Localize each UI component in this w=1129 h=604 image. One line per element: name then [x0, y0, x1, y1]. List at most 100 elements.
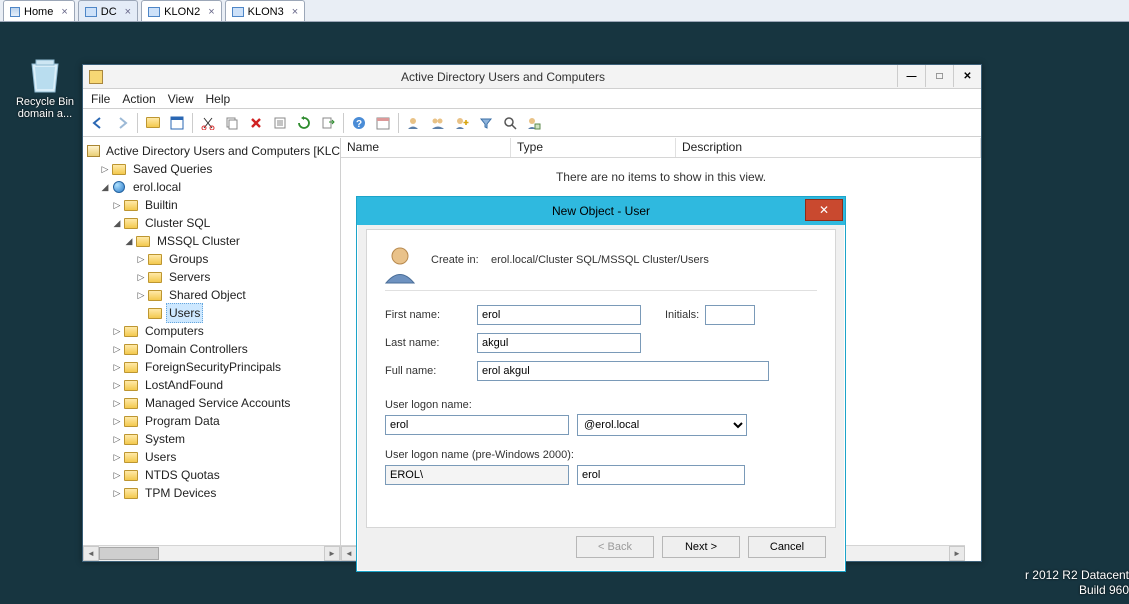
tab-label: Home — [24, 6, 53, 18]
titlebar[interactable]: Active Directory Users and Computers — □… — [83, 65, 981, 89]
tree-system[interactable]: ▷System — [87, 430, 340, 448]
tree-lostandfound[interactable]: ▷LostAndFound — [87, 376, 340, 394]
tree-tpm-devices[interactable]: ▷TPM Devices — [87, 484, 340, 502]
maximize-button[interactable]: □ — [925, 65, 953, 87]
logon-name-input[interactable] — [385, 415, 569, 435]
menu-file[interactable]: File — [91, 92, 110, 106]
tab-klon3[interactable]: KLON3× — [225, 0, 306, 21]
tab-label: DC — [101, 6, 117, 18]
last-name-input[interactable] — [477, 333, 641, 353]
tree-hscroll[interactable]: ◄ ► — [83, 545, 340, 561]
menu-action[interactable]: Action — [122, 92, 155, 106]
col-type[interactable]: Type — [511, 138, 676, 157]
add-to-group-icon[interactable] — [451, 112, 473, 134]
label-logon: User logon name: — [385, 399, 472, 411]
toolbar: ? — [83, 109, 981, 137]
tree-msa[interactable]: ▷Managed Service Accounts — [87, 394, 340, 412]
menu-view[interactable]: View — [168, 92, 194, 106]
find-icon[interactable] — [499, 112, 521, 134]
label-logon2k: User logon name (pre-Windows 2000): — [385, 449, 574, 461]
recycle-bin-icon[interactable]: Recycle Bin domain a... — [10, 54, 80, 120]
tree-program-data[interactable]: ▷Program Data — [87, 412, 340, 430]
new-user-dialog: New Object - User ✕ Create in: erol.loca… — [356, 196, 846, 572]
copy-icon[interactable] — [221, 112, 243, 134]
tab-home[interactable]: Home × — [3, 0, 75, 21]
sam-input[interactable] — [577, 465, 745, 485]
dialog-close-button[interactable]: ✕ — [805, 199, 843, 221]
icon-label: domain a... — [10, 108, 80, 120]
netbios-input — [385, 465, 569, 485]
help-icon[interactable]: ? — [348, 112, 370, 134]
close-icon[interactable]: × — [292, 6, 298, 18]
tree-fsp[interactable]: ▷ForeignSecurityPrincipals — [87, 358, 340, 376]
tree-computers[interactable]: ▷Computers — [87, 322, 340, 340]
close-icon[interactable]: × — [61, 6, 67, 18]
dialog-title: New Object - User — [357, 204, 845, 218]
close-button[interactable]: ✕ — [953, 65, 981, 87]
full-name-input[interactable] — [477, 361, 769, 381]
minimize-button[interactable]: — — [897, 65, 925, 87]
empty-message: There are no items to show in this view. — [341, 170, 981, 184]
tree-cluster-sql[interactable]: ◢Cluster SQL — [87, 214, 340, 232]
tab-label: KLON2 — [164, 6, 200, 18]
scroll-left-icon[interactable]: ◄ — [83, 546, 99, 561]
back-button[interactable]: < Back — [576, 536, 654, 558]
forward-icon[interactable] — [111, 112, 133, 134]
close-icon[interactable]: × — [208, 6, 214, 18]
tree-pane[interactable]: Active Directory Users and Computers [KL… — [83, 138, 341, 561]
tree-groups[interactable]: ▷Groups — [87, 250, 340, 268]
next-button[interactable]: Next > — [662, 536, 740, 558]
app-icon — [89, 70, 103, 84]
scroll-left-icon[interactable]: ◄ — [341, 546, 357, 561]
tree-ntds-quotas[interactable]: ▷NTDS Quotas — [87, 466, 340, 484]
menu-help[interactable]: Help — [206, 92, 231, 106]
tree-saved-queries[interactable]: ▷Saved Queries — [87, 160, 340, 178]
tree-mssql-cluster[interactable]: ◢MSSQL Cluster — [87, 232, 340, 250]
export-icon[interactable] — [317, 112, 339, 134]
icon-label: Recycle Bin — [10, 96, 80, 108]
svg-text:?: ? — [356, 119, 362, 130]
new-container-icon[interactable] — [142, 112, 164, 134]
col-desc[interactable]: Description — [676, 138, 981, 157]
cut-icon[interactable] — [197, 112, 219, 134]
close-icon[interactable]: × — [125, 6, 131, 18]
tree-servers[interactable]: ▷Servers — [87, 268, 340, 286]
tree-root[interactable]: Active Directory Users and Computers [KL… — [87, 142, 340, 160]
scroll-right-icon[interactable]: ► — [324, 546, 340, 561]
window-title: Active Directory Users and Computers — [109, 70, 897, 84]
vm-icon — [232, 7, 244, 17]
properties-icon[interactable] — [269, 112, 291, 134]
props-window-icon[interactable] — [166, 112, 188, 134]
cancel-button[interactable]: Cancel — [748, 536, 826, 558]
create-in-label: Create in: — [431, 254, 479, 266]
scroll-right-icon[interactable]: ► — [949, 546, 965, 561]
tree-domain[interactable]: ◢erol.local — [87, 178, 340, 196]
label-full: Full name: — [385, 365, 477, 377]
dialog-titlebar[interactable]: New Object - User ✕ — [357, 197, 845, 225]
refresh-icon[interactable] — [293, 112, 315, 134]
label-first: First name: — [385, 309, 477, 321]
label-last: Last name: — [385, 337, 477, 349]
tree-domain-controllers[interactable]: ▷Domain Controllers — [87, 340, 340, 358]
query-icon[interactable] — [523, 112, 545, 134]
filter-icon[interactable] — [475, 112, 497, 134]
tree-builtin[interactable]: ▷Builtin — [87, 196, 340, 214]
tree-users[interactable]: ▷Users — [87, 448, 340, 466]
tree-users-ou[interactable]: Users — [87, 304, 340, 322]
new-group-icon[interactable] — [427, 112, 449, 134]
delete-icon[interactable] — [245, 112, 267, 134]
tab-dc[interactable]: DC × — [78, 0, 138, 21]
create-in-path: erol.local/Cluster SQL/MSSQL Cluster/Use… — [491, 254, 709, 266]
vm-tabs: Home × DC × KLON2 × KLON3× — [0, 0, 1129, 22]
tree-shared-object[interactable]: ▷Shared Object — [87, 286, 340, 304]
domain-select[interactable]: @erol.local — [577, 414, 747, 436]
calendar-icon[interactable] — [372, 112, 394, 134]
first-name-input[interactable] — [477, 305, 641, 325]
tab-klon2[interactable]: KLON2 × — [141, 0, 222, 21]
vm-icon — [148, 7, 160, 17]
initials-input[interactable] — [705, 305, 755, 325]
scroll-thumb[interactable] — [99, 547, 159, 560]
back-icon[interactable] — [87, 112, 109, 134]
col-name[interactable]: Name — [341, 138, 511, 157]
new-user-icon[interactable] — [403, 112, 425, 134]
